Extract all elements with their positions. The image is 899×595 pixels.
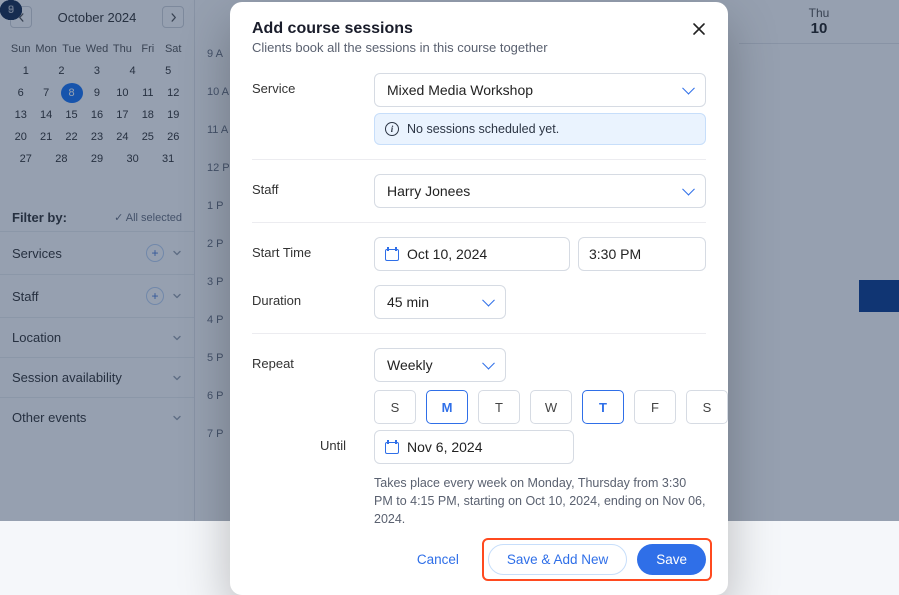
until-label: Until — [252, 430, 374, 453]
staff-select[interactable]: Harry Jonees — [374, 174, 706, 208]
repeat-value: Weekly — [387, 357, 433, 373]
weekday-toggle[interactable]: S — [686, 390, 728, 424]
weekday-toggle[interactable]: T — [478, 390, 520, 424]
info-banner: i No sessions scheduled yet. — [374, 113, 706, 145]
add-course-sessions-modal: Add course sessions Clients book all the… — [230, 2, 728, 595]
weekday-toggle[interactable]: T — [582, 390, 624, 424]
close-button[interactable] — [686, 16, 712, 42]
repeat-label: Repeat — [252, 348, 374, 371]
weekday-picker: SMTWTFS — [374, 390, 728, 424]
start-time-label: Start Time — [252, 237, 374, 260]
repeat-select[interactable]: Weekly — [374, 348, 506, 382]
staff-value: Harry Jonees — [387, 183, 470, 199]
until-date-value: Nov 6, 2024 — [407, 439, 483, 455]
duration-select[interactable]: 45 min — [374, 285, 506, 319]
weekday-toggle[interactable]: M — [426, 390, 468, 424]
save-button[interactable]: Save — [637, 544, 706, 575]
start-date-value: Oct 10, 2024 — [407, 246, 487, 262]
weekday-toggle[interactable]: S — [374, 390, 416, 424]
calendar-icon — [385, 247, 399, 261]
modal-title: Add course sessions — [252, 20, 706, 38]
start-date-input[interactable]: Oct 10, 2024 — [374, 237, 570, 271]
staff-label: Staff — [252, 174, 374, 197]
save-add-new-button[interactable]: Save & Add New — [488, 544, 627, 575]
close-icon — [692, 22, 706, 36]
cancel-button[interactable]: Cancel — [398, 544, 478, 575]
service-label: Service — [252, 73, 374, 96]
modal-actions: Cancel Save & Add New Save — [252, 544, 706, 575]
service-select[interactable]: Mixed Media Workshop — [374, 73, 706, 107]
info-icon: i — [385, 122, 399, 136]
service-value: Mixed Media Workshop — [387, 82, 533, 98]
weekday-toggle[interactable]: W — [530, 390, 572, 424]
start-time-value: 3:30 PM — [589, 246, 641, 262]
weekday-toggle[interactable]: F — [634, 390, 676, 424]
modal-subtitle: Clients book all the sessions in this co… — [252, 40, 706, 55]
info-text: No sessions scheduled yet. — [407, 122, 559, 136]
repeat-summary: Takes place every week on Monday, Thursd… — [374, 474, 706, 528]
duration-label: Duration — [252, 285, 374, 308]
calendar-icon — [385, 440, 399, 454]
start-time-input[interactable]: 3:30 PM — [578, 237, 706, 271]
duration-value: 45 min — [387, 294, 429, 310]
until-date-input[interactable]: Nov 6, 2024 — [374, 430, 574, 464]
